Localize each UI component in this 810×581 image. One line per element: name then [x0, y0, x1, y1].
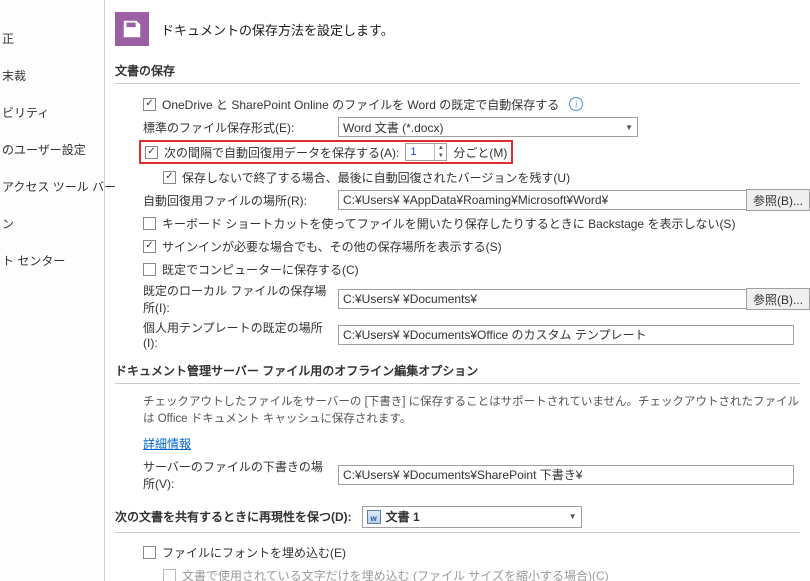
floppy-disk-icon: [115, 12, 149, 46]
browse-autorecover-button[interactable]: 参照(B)...: [746, 189, 810, 211]
no-backstage-checkbox[interactable]: [143, 217, 156, 230]
chevron-down-icon: ▼: [625, 123, 633, 132]
server-drafts-location-field[interactable]: C:¥Users¥ ¥Documents¥SharePoint 下書き¥: [338, 465, 794, 485]
section-server-offline: ドキュメント管理サーバー ファイル用のオフライン編集オプション: [115, 358, 800, 384]
nav-item[interactable]: 正: [0, 20, 104, 57]
autosave-cloud-checkbox[interactable]: [143, 98, 156, 111]
default-local-location-row: 既定のローカル ファイルの保存場所(I): C:¥Users¥ ¥Documen…: [143, 282, 800, 316]
spinner-down[interactable]: ▼: [435, 152, 446, 160]
target-document-combo[interactable]: w 文書 1 ▼: [362, 506, 582, 528]
embed-subset-checkbox: [163, 569, 176, 581]
no-backstage-label: キーボード ショートカットを使ってファイルを開いたり保存したりするときに Bac…: [162, 215, 735, 232]
section-preserve-fidelity: 次の文書を共有するときに再現性を保つ(D):: [115, 508, 352, 525]
template-location-row: 個人用テンプレートの既定の場所(I): C:¥Users¥ ¥Documents…: [143, 319, 800, 350]
nav-item[interactable]: アクセス ツール バー: [0, 168, 104, 205]
autorecover-highlight: 次の間隔で自動回復用データを保存する(A): 1 ▲ ▼ 分ごと(M): [139, 140, 513, 164]
nav-item[interactable]: のユーザー設定: [0, 131, 104, 168]
target-document-value: 文書 1: [386, 508, 420, 525]
browse-local-button[interactable]: 参照(B)...: [746, 288, 810, 310]
document-icon: w: [367, 510, 381, 524]
keep-last-autorecover-label: 保存しないで終了する場合、最後に自動回復されたバージョンを残す(U): [182, 169, 570, 186]
section-save-documents: 文書の保存: [115, 58, 800, 84]
server-drafts-location-label: サーバーのファイルの下書きの場所(V):: [143, 458, 328, 492]
default-local-location-field[interactable]: C:¥Users¥ ¥Documents¥: [338, 289, 794, 309]
default-format-value: Word 文書 (*.docx): [343, 119, 443, 136]
save-to-computer-checkbox[interactable]: [143, 263, 156, 276]
autosave-cloud-label: OneDrive と SharePoint Online のファイルを Word…: [162, 96, 559, 113]
server-drafts-location-row: サーバーのファイルの下書きの場所(V): C:¥Users¥ ¥Document…: [143, 458, 800, 492]
autorecover-unit: 分ごと(M): [453, 144, 507, 161]
autorecover-checkbox[interactable]: [145, 146, 158, 159]
show-additional-locations-checkbox[interactable]: [143, 240, 156, 253]
server-offline-description: チェックアウトしたファイルをサーバーの [下書き] に保存することはサポートされ…: [143, 394, 800, 429]
embed-subset-label: 文書で使用されている文字だけを埋め込む (ファイル サイズを縮小する場合)(C): [182, 567, 609, 581]
nav-item[interactable]: ン: [0, 205, 104, 242]
save-options-panel: ドキュメントの保存方法を設定します。 文書の保存 OneDrive と Shar…: [105, 0, 810, 581]
nav-item[interactable]: ビリティ: [0, 94, 104, 131]
nav-item[interactable]: ト センター: [0, 242, 104, 279]
chevron-down-icon: ▼: [569, 512, 577, 521]
default-format-combo[interactable]: Word 文書 (*.docx) ▼: [338, 117, 638, 137]
template-location-label: 個人用テンプレートの既定の場所(I):: [143, 319, 328, 350]
info-icon[interactable]: i: [569, 97, 583, 111]
options-category-list: 正 末裁 ビリティ のユーザー設定 アクセス ツール バー ン ト センター: [0, 0, 105, 581]
autorecover-location-label: 自動回復用ファイルの場所(R):: [143, 192, 328, 209]
autorecover-interval-spinner[interactable]: 1 ▲ ▼: [405, 143, 447, 161]
embed-fonts-label: ファイルにフォントを埋め込む(E): [162, 544, 346, 561]
keep-last-autorecover-checkbox[interactable]: [163, 171, 176, 184]
embed-fonts-checkbox[interactable]: [143, 546, 156, 559]
autorecover-location-row: 自動回復用ファイルの場所(R): C:¥Users¥ ¥AppData¥Roam…: [143, 190, 800, 210]
panel-title: ドキュメントの保存方法を設定します。: [161, 20, 394, 39]
autorecover-interval-value: 1: [410, 146, 416, 158]
autorecover-location-field[interactable]: C:¥Users¥ ¥AppData¥Roaming¥Microsoft¥Wor…: [338, 190, 794, 210]
show-additional-locations-label: サインインが必要な場合でも、その他の保存場所を表示する(S): [162, 238, 502, 255]
default-format-label: 標準のファイル保存形式(E):: [143, 119, 328, 136]
autorecover-label: 次の間隔で自動回復用データを保存する(A):: [164, 144, 399, 161]
more-info-link[interactable]: 詳細情報: [143, 437, 191, 451]
save-to-computer-label: 既定でコンピューターに保存する(C): [162, 261, 359, 278]
nav-item[interactable]: 末裁: [0, 57, 104, 94]
spinner-up[interactable]: ▲: [435, 144, 446, 152]
template-location-field[interactable]: C:¥Users¥ ¥Documents¥Office のカスタム テンプレート: [338, 325, 794, 345]
default-local-location-label: 既定のローカル ファイルの保存場所(I):: [143, 282, 328, 316]
